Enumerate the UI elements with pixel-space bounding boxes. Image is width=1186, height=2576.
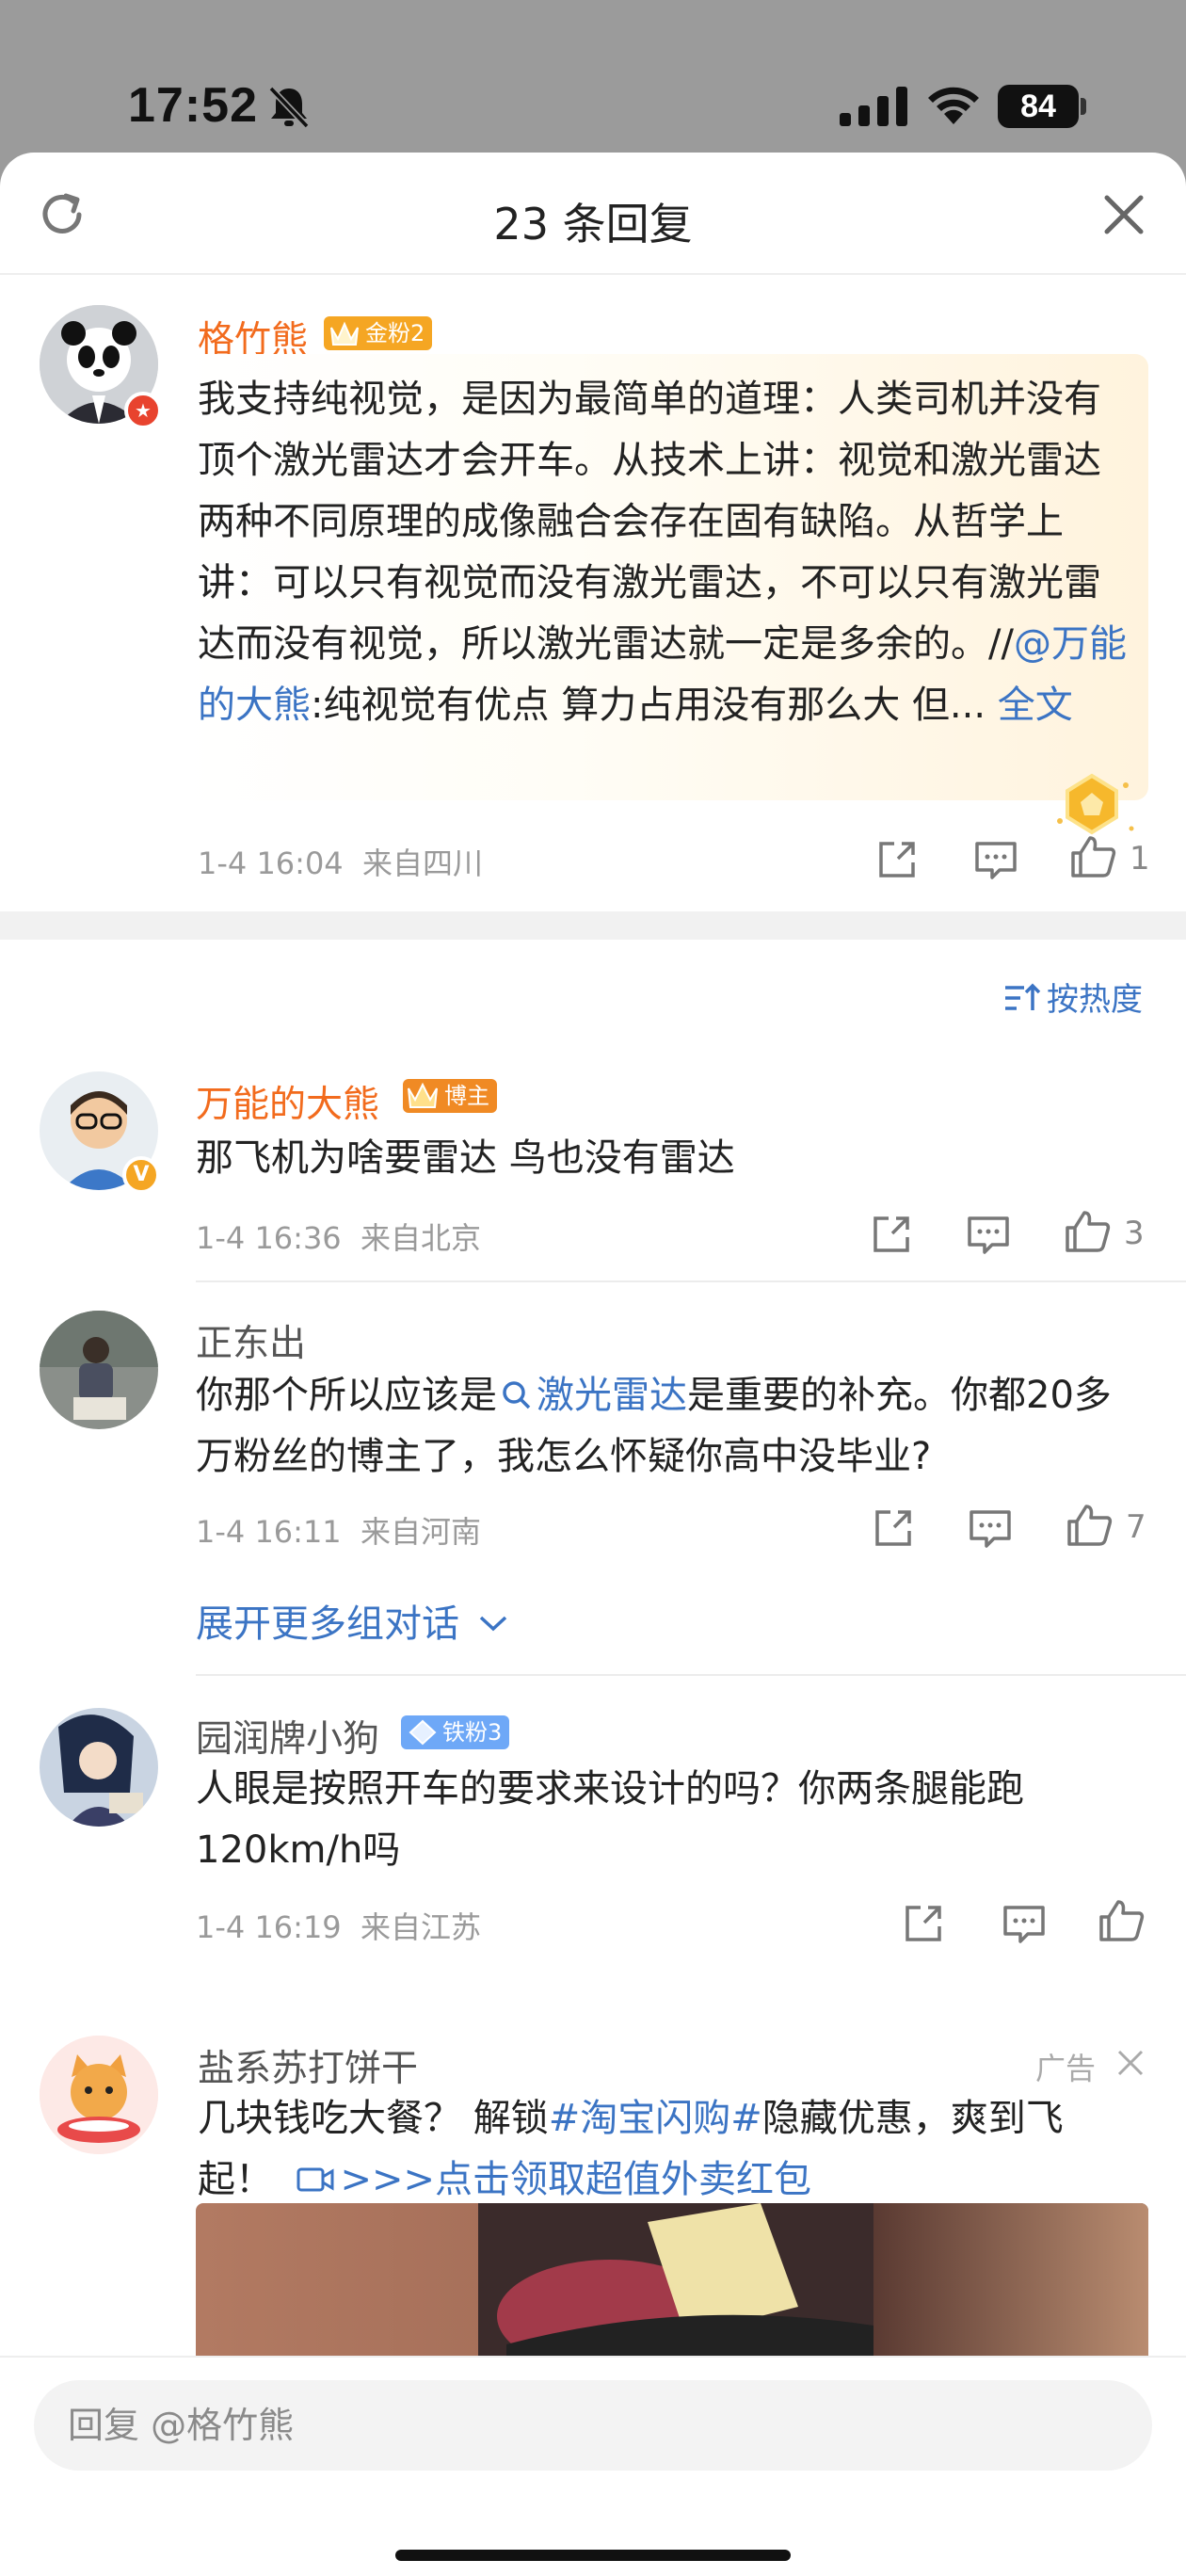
like-count: 3 [1124, 1215, 1145, 1252]
verified-badge: ★ [124, 392, 162, 429]
share-icon[interactable] [902, 1902, 945, 1945]
hashtag-link[interactable]: #淘宝闪购# [549, 2097, 762, 2140]
reply-input[interactable]: 回复 @格竹熊 [34, 2380, 1152, 2471]
fan-badge: 金粉2 [324, 316, 433, 350]
comment-text-tail: :纯视觉有优点 算力占用没有那么大 但... [311, 684, 986, 727]
full-text-link[interactable]: 全文 [998, 684, 1073, 727]
reply-time: 1-4 16:19 [196, 1909, 342, 1945]
section-gap [0, 911, 1186, 940]
sheet-header: 23 条回复 [0, 153, 1186, 275]
avatar[interactable] [40, 2036, 158, 2154]
ad-close-icon[interactable] [1114, 2047, 1146, 2079]
silent-bell-icon [268, 86, 310, 128]
reply-text[interactable]: 人眼是按照开车的要求来设计的吗？你两条腿能跑120km/h吗 [196, 1759, 1146, 1881]
ad-text[interactable]: 几块钱吃大餐？ 解锁#淘宝闪购#隐藏优惠，爽到飞起！ >>>点击领取超值外卖红包 [198, 2088, 1148, 2211]
battery-indicator: 84 [998, 85, 1079, 128]
reply-text[interactable]: 那飞机为啥要雷达 鸟也没有雷达 [196, 1128, 1137, 1189]
video-icon [296, 2167, 334, 2192]
status-time: 17:52 [128, 78, 258, 133]
wifi-icon [928, 87, 979, 124]
comment-icon[interactable] [966, 1213, 1011, 1256]
ad-label: 广告 [1035, 2051, 1097, 2086]
sort-button[interactable]: 按热度 [1003, 974, 1143, 1020]
iron-fan-badge: 铁粉3 [401, 1715, 510, 1749]
ad-text-part: 几块钱吃大餐？ 解锁 [198, 2097, 549, 2140]
like-icon[interactable] [1069, 834, 1116, 879]
comment-time: 1-4 16:04 [198, 845, 344, 881]
comment-text[interactable]: 我支持纯视觉，是因为最简单的道理：人类司机并没有顶个激光雷达才会开车。从技术上讲… [198, 369, 1130, 736]
like-icon[interactable] [1098, 1898, 1145, 1943]
verified-badge: V [122, 1156, 160, 1194]
page-title: 23 条回复 [493, 199, 693, 250]
reply-bar: 回复 @格竹熊 [0, 2356, 1186, 2576]
divider [196, 1280, 1186, 1282]
reply-location: 来自北京 [361, 1220, 482, 1256]
close-icon[interactable] [1101, 192, 1146, 237]
ad-image[interactable] [196, 2203, 1148, 2373]
sort-icon [1005, 983, 1041, 1010]
expand-more-label: 展开更多组对话 [196, 1602, 459, 1646]
ad-food-image [196, 2203, 1148, 2373]
expand-more-button[interactable]: 展开更多组对话 [196, 1593, 509, 1648]
iron-fan-badge-label: 铁粉3 [442, 1719, 503, 1746]
comment-meta: 1-4 16:04 来自四川 [198, 840, 483, 883]
reply-time: 1-4 16:11 [196, 1514, 342, 1550]
replies-sheet: 23 条回复 ★ 格竹熊 金粉2 我支持纯视觉，是因为最简单的道理：人类司机并没… [0, 153, 1186, 2576]
reply-meta: 1-4 16:19 来自江苏 [196, 1904, 481, 1947]
signal-icon [840, 87, 907, 126]
sort-label: 按热度 [1047, 981, 1143, 1019]
reply-author[interactable]: 正东出 [196, 1314, 306, 1367]
reply-meta: 1-4 16:11 来自河南 [196, 1508, 481, 1552]
search-icon [503, 1381, 531, 1409]
photo-avatar-image [40, 1311, 158, 1429]
reply-author[interactable]: 园润牌小狗 [196, 1710, 379, 1763]
avatar[interactable] [40, 1708, 158, 1827]
status-bar: 17:52 84 [0, 0, 1186, 151]
blogger-badge-label: 博主 [444, 1083, 489, 1109]
diamond-icon [409, 1719, 437, 1746]
ad-cta-link[interactable]: >>>点击领取超值外卖红包 [296, 2158, 811, 2201]
crown-icon [408, 1082, 438, 1108]
anime-avatar-image [40, 1708, 158, 1827]
cat-avatar-image [40, 2036, 158, 2154]
fan-badge-label: 金粉2 [365, 320, 425, 346]
share-icon[interactable] [872, 1506, 915, 1550]
battery-tip [1081, 98, 1086, 115]
comment-icon[interactable] [1002, 1902, 1047, 1945]
reply-meta: 1-4 16:36 来自北京 [196, 1215, 481, 1258]
reply-location: 来自河南 [361, 1514, 482, 1550]
topic-link-label: 激光雷达 [537, 1374, 687, 1417]
gold-fan-icon [330, 321, 359, 346]
comment-icon[interactable] [973, 838, 1018, 881]
reply-time: 1-4 16:36 [196, 1220, 342, 1256]
home-indicator [395, 2550, 791, 2561]
like-icon[interactable] [1066, 1503, 1113, 1548]
blogger-badge: 博主 [403, 1079, 497, 1113]
topic-link[interactable]: 激光雷达 [497, 1374, 687, 1417]
reply-text[interactable]: 你那个所以应该是 激光雷达是重要的补充。你都20多万粉丝的博主了，我怎么怀疑你高中… [196, 1365, 1146, 1488]
share-icon[interactable] [870, 1213, 913, 1256]
like-count: 7 [1126, 1508, 1146, 1546]
comment-text-main: 我支持纯视觉，是因为最简单的道理：人类司机并没有顶个激光雷达才会开车。从技术上讲… [198, 378, 1101, 666]
reply-author[interactable]: 万能的大熊 [196, 1075, 379, 1128]
reply-location: 来自江苏 [361, 1909, 482, 1945]
comment-icon[interactable] [968, 1506, 1013, 1550]
divider [196, 1674, 1186, 1676]
reply-text-part: 你那个所以应该是 [196, 1374, 497, 1417]
share-icon[interactable] [875, 838, 919, 881]
ad-author[interactable]: 盐系苏打饼干 [198, 2039, 418, 2092]
avatar[interactable] [40, 1311, 158, 1429]
chevron-down-icon [479, 1616, 506, 1632]
like-icon[interactable] [1064, 1209, 1111, 1254]
gold-medal-icon [1057, 773, 1134, 835]
ad-cta-label: >>>点击领取超值外卖红包 [340, 2158, 811, 2201]
like-count: 1 [1130, 840, 1150, 877]
comment-location: 来自四川 [362, 845, 484, 881]
